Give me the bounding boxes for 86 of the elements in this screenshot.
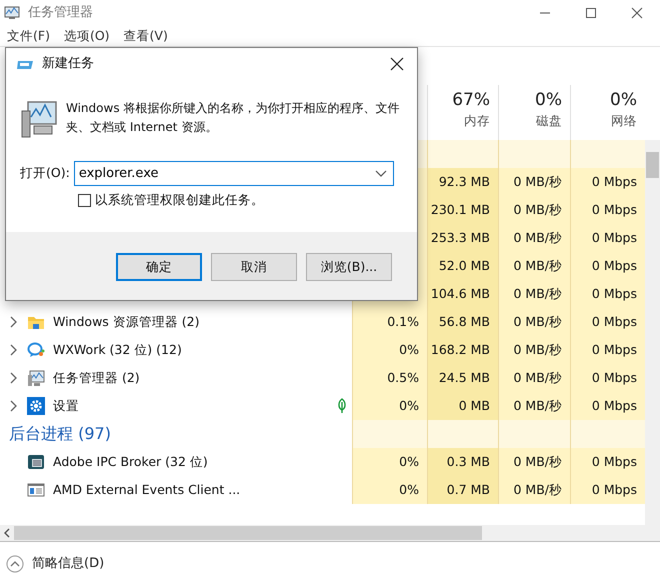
table-cell: 0.3 MB: [427, 448, 498, 476]
table-cell: 0 MB/秒: [498, 224, 570, 252]
process-name: AMD External Events Client ...: [53, 480, 240, 499]
process-name: 任务管理器 (2): [53, 368, 140, 387]
checkbox[interactable]: [78, 194, 91, 207]
table-cell: 0 MB/秒: [498, 364, 570, 392]
computer-icon: [20, 99, 60, 139]
table-cell: 0 Mbps: [570, 364, 645, 392]
menu-item[interactable]: 文件(F): [0, 25, 57, 46]
table-cell: 0 MB/秒: [498, 280, 570, 308]
window-title: 任务管理器: [28, 4, 93, 22]
table-cell: 0.5%: [352, 364, 427, 392]
table-cell: 0 Mbps: [570, 448, 645, 476]
table-cell: 230.1 MB: [427, 196, 498, 224]
table-cell: 0 MB/秒: [498, 392, 570, 420]
table-cell: 0 MB/秒: [498, 308, 570, 336]
process-name: 设置: [53, 396, 79, 415]
column-percent: 0%: [609, 89, 637, 111]
dialog-title: 新建任务: [42, 54, 94, 73]
table-cell: [427, 420, 498, 448]
process-name: WXWork (32 位) (12): [53, 340, 182, 359]
table-cell: 0%: [352, 392, 427, 420]
maximize-icon: [583, 6, 599, 18]
dialog-button[interactable]: 取消: [211, 253, 297, 281]
table-cell: 0 Mbps: [570, 336, 645, 364]
table-cell: 0%: [352, 448, 427, 476]
checkbox-label: 以系统管理权限创建此任务。: [95, 191, 264, 209]
window-icon: [27, 481, 45, 499]
column-label: 内存: [463, 112, 490, 130]
table-cell: 0.7 MB: [427, 476, 498, 504]
process-name: Adobe IPC Broker (32 位): [53, 452, 208, 471]
table-cell: 0 MB/秒: [498, 196, 570, 224]
column-percent: 0%: [534, 89, 562, 111]
dialog-button[interactable]: 浏览(B)...: [306, 253, 392, 281]
dialog-message: Windows 将根据你所键入的名称，为你打开相应的程序、文件夹、文档或 Internet 资源。: [66, 100, 400, 136]
dialog-button[interactable]: 确定: [116, 253, 202, 281]
table-cell: 0 MB/秒: [498, 252, 570, 280]
table-cell: [427, 140, 498, 168]
field-label: 打开(O):: [20, 164, 70, 182]
chat-bubble-icon: [27, 341, 45, 359]
dropdown-caret-icon: [374, 170, 387, 178]
table-cell: 0 Mbps: [570, 392, 645, 420]
table-cell: [498, 140, 570, 168]
scroll-thumb[interactable]: [646, 152, 659, 178]
window-icon: [27, 453, 45, 471]
table-cell: 52.0 MB: [427, 252, 498, 280]
table-cell: 56.8 MB: [427, 308, 498, 336]
table-cell: 0 MB/秒: [498, 168, 570, 196]
column-label: 磁盘: [535, 112, 562, 130]
table-cell: 0 Mbps: [570, 168, 645, 196]
table-cell: 0 Mbps: [570, 476, 645, 504]
table-cell: 0 Mbps: [570, 224, 645, 252]
table-cell: 0 MB/秒: [498, 476, 570, 504]
table-cell: 0.1%: [352, 308, 427, 336]
command-field[interactable]: explorer.exe: [74, 161, 394, 186]
close-icon: [629, 6, 645, 18]
table-cell: 0 MB/秒: [498, 448, 570, 476]
horizontal-scrollbar[interactable]: [0, 525, 660, 541]
table-cell: 0 Mbps: [570, 252, 645, 280]
table-cell: 168.2 MB: [427, 336, 498, 364]
menu-item[interactable]: 选项(O): [56, 25, 117, 46]
table-cell: [498, 420, 570, 448]
app-icon: [4, 6, 20, 20]
table-cell: 0 Mbps: [570, 280, 645, 308]
fewer-details-button[interactable]: 简略信息(D): [6, 554, 104, 574]
column-percent: 67%: [451, 89, 490, 111]
process-name: Windows 资源管理器 (2): [53, 312, 200, 331]
collapse-icon: [6, 555, 24, 573]
close-icon: [390, 56, 404, 70]
table-cell: 92.3 MB: [427, 168, 498, 196]
column-label: 网络: [610, 112, 637, 130]
monitor-chart-icon: [27, 369, 45, 387]
group-heading[interactable]: 后台进程 (97): [8, 422, 111, 446]
table-cell: 0 Mbps: [570, 308, 645, 336]
table-cell: 0%: [352, 336, 427, 364]
table-cell: 104.6 MB: [427, 280, 498, 308]
table-cell: 0 Mbps: [570, 196, 645, 224]
vertical-scrollbar[interactable]: [645, 140, 660, 525]
table-cell: 24.5 MB: [427, 364, 498, 392]
table-cell: 0%: [352, 476, 427, 504]
table-cell: 0 MB/秒: [498, 336, 570, 364]
settings-icon: [27, 397, 45, 415]
table-cell: 253.3 MB: [427, 224, 498, 252]
scroll-thumb[interactable]: [14, 526, 482, 540]
menu-item[interactable]: 查看(V): [116, 25, 175, 46]
table-cell: 0 MB: [427, 392, 498, 420]
